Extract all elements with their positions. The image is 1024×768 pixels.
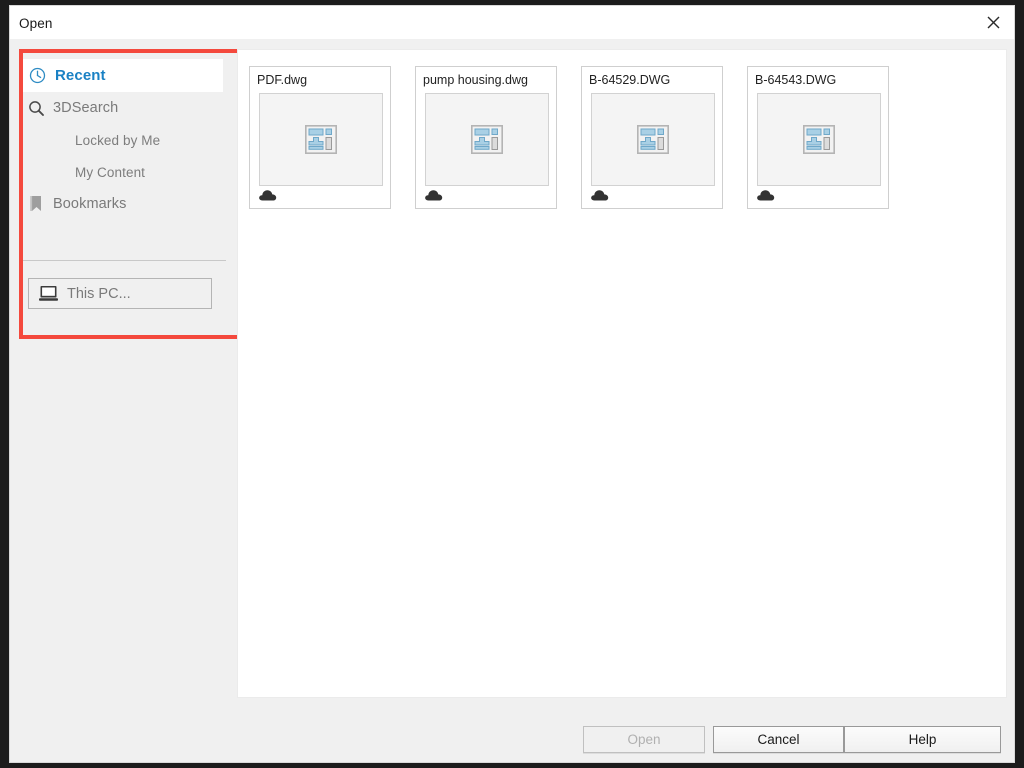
file-thumbnail [757,93,881,186]
drawing-icon [471,125,503,154]
sidebar-nav: Recent 3DSearch Locked by Me My Content … [10,59,237,220]
cloud-icon [259,190,277,201]
file-name: B-64529.DWG [589,73,671,87]
cloud-icon [591,190,609,201]
screen: Open Recent 3DSearch Locked by Me My Con… [0,0,1024,768]
file-card[interactable]: B-64529.DWG [581,66,723,209]
drawing-icon [803,125,835,154]
help-button[interactable]: Help [844,726,1001,753]
file-name: pump housing.dwg [423,73,528,87]
file-card[interactable]: B-64543.DWG [747,66,889,209]
sidebar-item-label: 3DSearch [53,100,119,116]
sidebar-divider [22,260,226,261]
sidebar-item-recent[interactable]: Recent [19,59,223,92]
sidebar-item-locked-by-me[interactable]: Locked by Me [19,124,237,156]
file-thumbnail [259,93,383,186]
cloud-icon [757,190,775,201]
dialog-body: Recent 3DSearch Locked by Me My Content … [10,39,1014,706]
sidebar-item-bookmarks[interactable]: Bookmarks [19,188,237,220]
open-dialog: Open Recent 3DSearch Locked by Me My Con… [9,5,1015,763]
sidebar-item-label: Locked by Me [75,132,161,148]
title-bar: Open [10,6,1014,39]
clock-icon [19,67,55,84]
open-button[interactable]: Open [583,726,705,753]
sidebar: Recent 3DSearch Locked by Me My Content … [10,39,243,706]
close-icon [987,16,999,29]
cloud-icon [425,190,443,201]
this-pc-button[interactable]: This PC... [28,278,212,309]
sidebar-item-label: Recent [55,67,106,84]
bookmark-icon [19,195,53,213]
file-card[interactable]: PDF.dwg [249,66,391,209]
drawing-icon [637,125,669,154]
sidebar-item-my-content[interactable]: My Content [19,156,237,188]
sidebar-item-3dsearch[interactable]: 3DSearch [19,92,237,124]
file-thumbnail [591,93,715,186]
file-name: B-64543.DWG [755,73,837,87]
sidebar-item-label: Bookmarks [53,196,127,212]
file-thumbnail [425,93,549,186]
close-button[interactable] [970,6,1014,39]
cancel-button[interactable]: Cancel [713,726,844,753]
dialog-title: Open [19,16,53,31]
this-pc-label: This PC... [67,285,131,302]
computer-icon [29,285,67,302]
file-name: PDF.dwg [257,73,308,87]
sidebar-item-label: My Content [75,164,146,180]
drawing-icon [305,125,337,154]
search-icon [19,100,53,117]
file-card[interactable]: pump housing.dwg [415,66,557,209]
file-grid: PDF.dwg pump housing.dwg B-64529.DWG B-6… [249,66,889,209]
dialog-footer: Open Cancel Help [10,706,1014,762]
file-list-panel: PDF.dwg pump housing.dwg B-64529.DWG B-6… [237,49,1007,698]
